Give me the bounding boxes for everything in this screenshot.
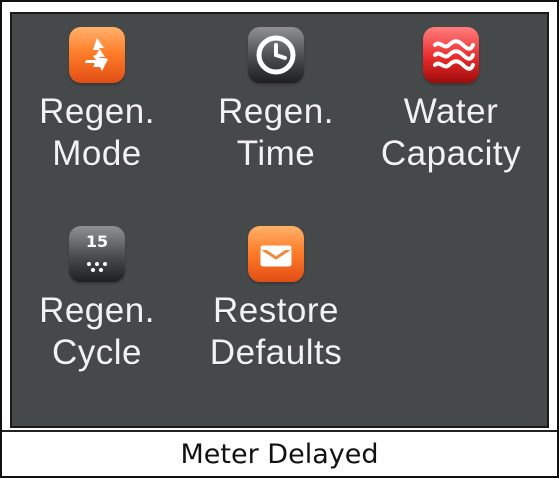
water-capacity-label-line1: Water [403, 92, 499, 131]
water-waves-icon [423, 27, 479, 83]
regen-mode-label-line2: Mode [52, 134, 142, 173]
restore-defaults-button[interactable]: Restore Defaults [201, 226, 351, 374]
status-title: Meter Delayed [180, 438, 379, 470]
recycle-icon [69, 27, 125, 83]
regen-time-label-line1: Regen. [218, 92, 334, 131]
calendar-cycle-icon: 15 [69, 226, 125, 282]
regen-time-label-line2: Time [236, 134, 316, 173]
device-frame: Regen. Mode Regen. Time Water Capacity 1… [0, 0, 559, 478]
water-capacity-label-line2: Capacity [380, 134, 522, 173]
menu-screen: Regen. Mode Regen. Time Water Capacity 1… [10, 12, 549, 428]
restore-defaults-label-line2: Defaults [209, 333, 343, 372]
regen-cycle-label-line2: Cycle [51, 333, 143, 372]
regen-cycle-button[interactable]: 15 Regen. Cycle [22, 226, 172, 374]
regen-mode-button[interactable]: Regen. Mode [22, 27, 172, 175]
clock-icon [248, 27, 304, 83]
restore-defaults-label-line1: Restore [212, 291, 340, 330]
regen-cycle-label-line1: Regen. [39, 291, 155, 330]
envelope-reset-icon [248, 226, 304, 282]
regen-mode-label-line1: Regen. [39, 92, 155, 131]
water-capacity-button[interactable]: Water Capacity [376, 27, 526, 175]
regen-time-button[interactable]: Regen. Time [201, 27, 351, 175]
